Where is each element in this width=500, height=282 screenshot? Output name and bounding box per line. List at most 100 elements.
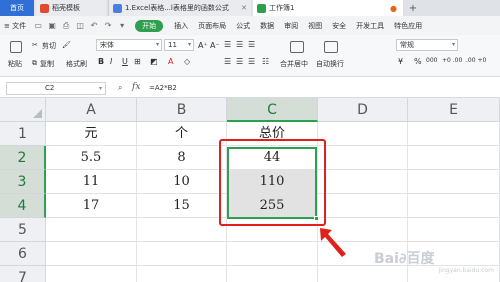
thousands-button[interactable]: 000 <box>426 57 437 64</box>
cell-a7[interactable] <box>46 266 137 282</box>
align-right-icon[interactable]: ☰ <box>248 57 255 66</box>
cell-d7[interactable] <box>318 266 408 282</box>
new-tab-button[interactable]: + <box>406 0 420 16</box>
cell-d4[interactable] <box>318 194 408 218</box>
column-header-d[interactable]: D <box>318 98 408 122</box>
tab-document[interactable]: 1.Excel表格...l表格里的函数公式 ✕ <box>108 0 251 16</box>
save-icon[interactable]: ▣ <box>48 21 56 30</box>
select-all-corner[interactable] <box>0 98 46 122</box>
row-header-7[interactable]: 7 <box>0 266 46 282</box>
cell-e3[interactable] <box>408 170 500 194</box>
font-size-select[interactable]: 11 ▾ <box>164 39 194 51</box>
currency-button[interactable]: ¥ <box>398 57 403 66</box>
cell-d1[interactable] <box>318 122 408 146</box>
increase-font-icon[interactable]: A⁺ <box>198 41 208 50</box>
distribute-icon[interactable]: ☷ <box>262 57 269 66</box>
menu-file[interactable]: ≡ 文件 <box>0 21 31 31</box>
fill-color-icon[interactable]: ◩ <box>150 57 158 66</box>
row-header-4[interactable]: 4 <box>0 194 46 218</box>
menu-security[interactable]: 安全 <box>327 21 351 31</box>
cell-a5[interactable] <box>46 218 137 242</box>
cell-d3[interactable] <box>318 170 408 194</box>
close-tab-icon[interactable]: ✕ <box>241 4 247 12</box>
cell-a4[interactable]: 17 <box>46 194 137 218</box>
align-center-icon[interactable]: ☰ <box>236 57 243 66</box>
italic-button[interactable]: I <box>110 57 112 66</box>
redo-icon[interactable]: ↷ <box>104 21 112 30</box>
align-bottom-icon[interactable]: ☰ <box>248 40 255 49</box>
copy-label[interactable]: 复制 <box>40 59 54 69</box>
menu-start[interactable]: 开始 <box>135 19 164 32</box>
tab-templates[interactable]: 稻壳模板 <box>36 0 106 16</box>
cell-c1[interactable]: 总价 <box>227 122 318 146</box>
row-header-5[interactable]: 5 <box>0 218 46 242</box>
cell-e7[interactable] <box>408 266 500 282</box>
row-header-1[interactable]: 1 <box>0 122 46 146</box>
clear-format-icon[interactable]: ◇ <box>184 57 190 66</box>
cell-a6[interactable] <box>46 242 137 266</box>
cut-label[interactable]: 剪切 <box>42 41 56 51</box>
cell-a2[interactable]: 5.5 <box>46 146 137 170</box>
fx-label[interactable]: fx <box>132 82 140 92</box>
name-box[interactable]: C2 ▾ <box>6 82 106 95</box>
increase-decimal-button[interactable]: +0 .00 <box>442 57 462 64</box>
cell-e2[interactable] <box>408 146 500 170</box>
zoom-search-icon[interactable]: ⌕ <box>118 83 122 93</box>
border-icon[interactable]: ⊞ <box>134 57 141 66</box>
cell-b4[interactable]: 15 <box>137 194 227 218</box>
menu-review[interactable]: 审阅 <box>279 21 303 31</box>
underline-button[interactable]: U <box>122 57 128 66</box>
cell-c7[interactable] <box>227 266 318 282</box>
cell-b5[interactable] <box>137 218 227 242</box>
cell-c5[interactable] <box>227 218 318 242</box>
cell-a1[interactable]: 元 <box>46 122 137 146</box>
merge-center-label[interactable]: 合并居中 <box>280 59 308 69</box>
cell-b2[interactable]: 8 <box>137 146 227 170</box>
folder-icon[interactable]: ▭ <box>34 21 42 30</box>
tab-workbook[interactable]: 工作簿1 ● <box>253 0 403 16</box>
percent-button[interactable]: % <box>414 57 422 66</box>
menu-insert[interactable]: 插入 <box>169 21 193 31</box>
wrap-text-icon[interactable] <box>324 41 338 53</box>
tab-home[interactable]: 首页 <box>0 0 34 16</box>
print-icon[interactable]: ⎙ <box>62 21 70 30</box>
menu-data[interactable]: 数据 <box>255 21 279 31</box>
cell-d6[interactable] <box>318 242 408 266</box>
fill-handle[interactable] <box>314 216 319 221</box>
menu-page-layout[interactable]: 页面布局 <box>193 21 231 31</box>
row-header-3[interactable]: 3 <box>0 170 46 194</box>
cell-c2[interactable]: 44 <box>227 146 318 170</box>
menu-formulas[interactable]: 公式 <box>231 21 255 31</box>
decrease-font-icon[interactable]: A⁻ <box>210 41 220 50</box>
align-left-icon[interactable]: ☰ <box>224 57 231 66</box>
menu-dev-tools[interactable]: 开发工具 <box>351 21 389 31</box>
chevron-down-icon[interactable]: ▾ <box>118 21 126 30</box>
wrap-text-label[interactable]: 自动换行 <box>316 59 344 69</box>
formula-input[interactable]: =A2*B2 <box>146 82 494 95</box>
cell-c4[interactable]: 255 <box>227 194 318 218</box>
row-header-2[interactable]: 2 <box>0 146 46 170</box>
decrease-decimal-button[interactable]: .00 +0 <box>466 57 486 64</box>
cell-c3[interactable]: 110 <box>227 170 318 194</box>
align-top-icon[interactable]: ☰ <box>224 40 231 49</box>
cell-e6[interactable] <box>408 242 500 266</box>
cell-a3[interactable]: 11 <box>46 170 137 194</box>
cell-e4[interactable] <box>408 194 500 218</box>
cell-b6[interactable] <box>137 242 227 266</box>
cell-d2[interactable] <box>318 146 408 170</box>
cell-e1[interactable] <box>408 122 500 146</box>
align-middle-icon[interactable]: ☰ <box>236 40 243 49</box>
paste-icon[interactable] <box>10 41 22 53</box>
format-painter-icon[interactable]: 🖌 <box>62 41 71 49</box>
cell-b7[interactable] <box>137 266 227 282</box>
cut-icon[interactable]: ✂ <box>32 41 38 49</box>
number-format-select[interactable]: 常规 ▾ <box>396 39 458 51</box>
format-painter-label[interactable]: 格式刷 <box>66 59 87 69</box>
column-header-c[interactable]: C <box>227 98 318 122</box>
merge-center-icon[interactable] <box>290 41 304 53</box>
cell-b1[interactable]: 个 <box>137 122 227 146</box>
column-header-a[interactable]: A <box>46 98 137 122</box>
paste-label[interactable]: 粘贴 <box>8 59 22 69</box>
cell-c6[interactable] <box>227 242 318 266</box>
menu-view[interactable]: 视图 <box>303 21 327 31</box>
